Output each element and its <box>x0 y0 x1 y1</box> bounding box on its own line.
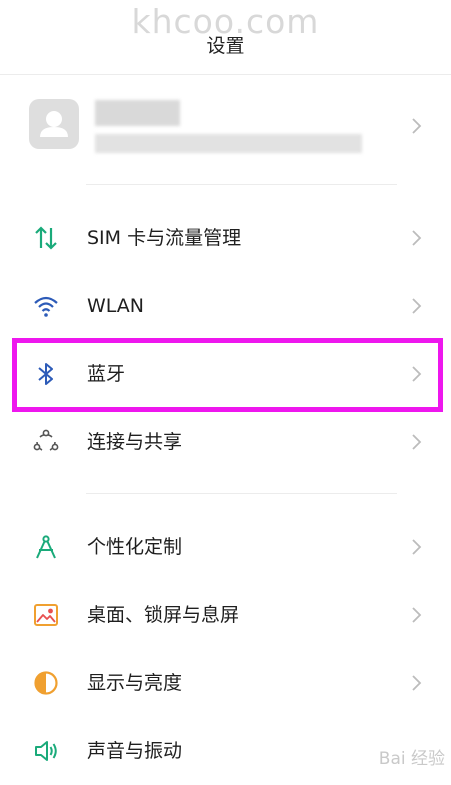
chevron-right-icon <box>412 366 422 382</box>
picture-icon <box>34 604 58 626</box>
settings-item-personalization[interactable]: 个性化定制 <box>0 513 451 581</box>
chevron-right-icon <box>412 434 422 450</box>
settings-item-label: 连接与共享 <box>87 431 183 453</box>
settings-item-label: 显示与亮度 <box>87 672 183 694</box>
settings-item-sim[interactable]: SIM 卡与流量管理 <box>0 204 451 272</box>
chevron-right-icon <box>412 230 422 246</box>
wifi-icon <box>34 296 58 317</box>
account-info-redacted <box>95 134 362 153</box>
account-name-redacted <box>95 100 180 126</box>
compass-icon <box>36 535 56 559</box>
avatar <box>29 99 79 149</box>
settings-item-label: WLAN <box>87 295 145 317</box>
chevron-right-icon <box>412 298 422 314</box>
settings-item-label: 声音与振动 <box>87 740 183 762</box>
baidu-watermark: Bai 经验 <box>378 749 445 769</box>
half-circle-icon <box>34 671 58 695</box>
settings-item-label: 个性化定制 <box>87 536 183 558</box>
chevron-right-icon <box>412 118 422 134</box>
chevron-right-icon <box>412 607 422 623</box>
settings-item-connection-sharing[interactable]: 连接与共享 <box>0 408 451 476</box>
settings-item-bluetooth[interactable]: 蓝牙 <box>0 340 451 408</box>
chevron-right-icon <box>412 539 422 555</box>
settings-item-label: SIM 卡与流量管理 <box>87 227 242 249</box>
settings-item-wlan[interactable]: WLAN <box>0 272 451 340</box>
settings-item-wallpaper[interactable]: 桌面、锁屏与息屏 <box>0 581 451 649</box>
user-icon <box>40 111 68 137</box>
settings-item-label: 桌面、锁屏与息屏 <box>87 604 240 626</box>
settings-item-display[interactable]: 显示与亮度 <box>0 649 451 717</box>
chevron-right-icon <box>412 675 422 691</box>
bluetooth-icon <box>38 363 53 385</box>
sim-transfer-icon <box>35 226 57 250</box>
settings-item-label: 蓝牙 <box>87 363 126 385</box>
divider <box>86 184 397 185</box>
page-title: 设置 <box>206 35 245 57</box>
share-nodes-icon <box>33 429 59 451</box>
account-card[interactable] <box>0 88 451 168</box>
speaker-icon <box>35 741 57 761</box>
header: 设置 <box>0 0 451 75</box>
divider <box>86 493 397 494</box>
